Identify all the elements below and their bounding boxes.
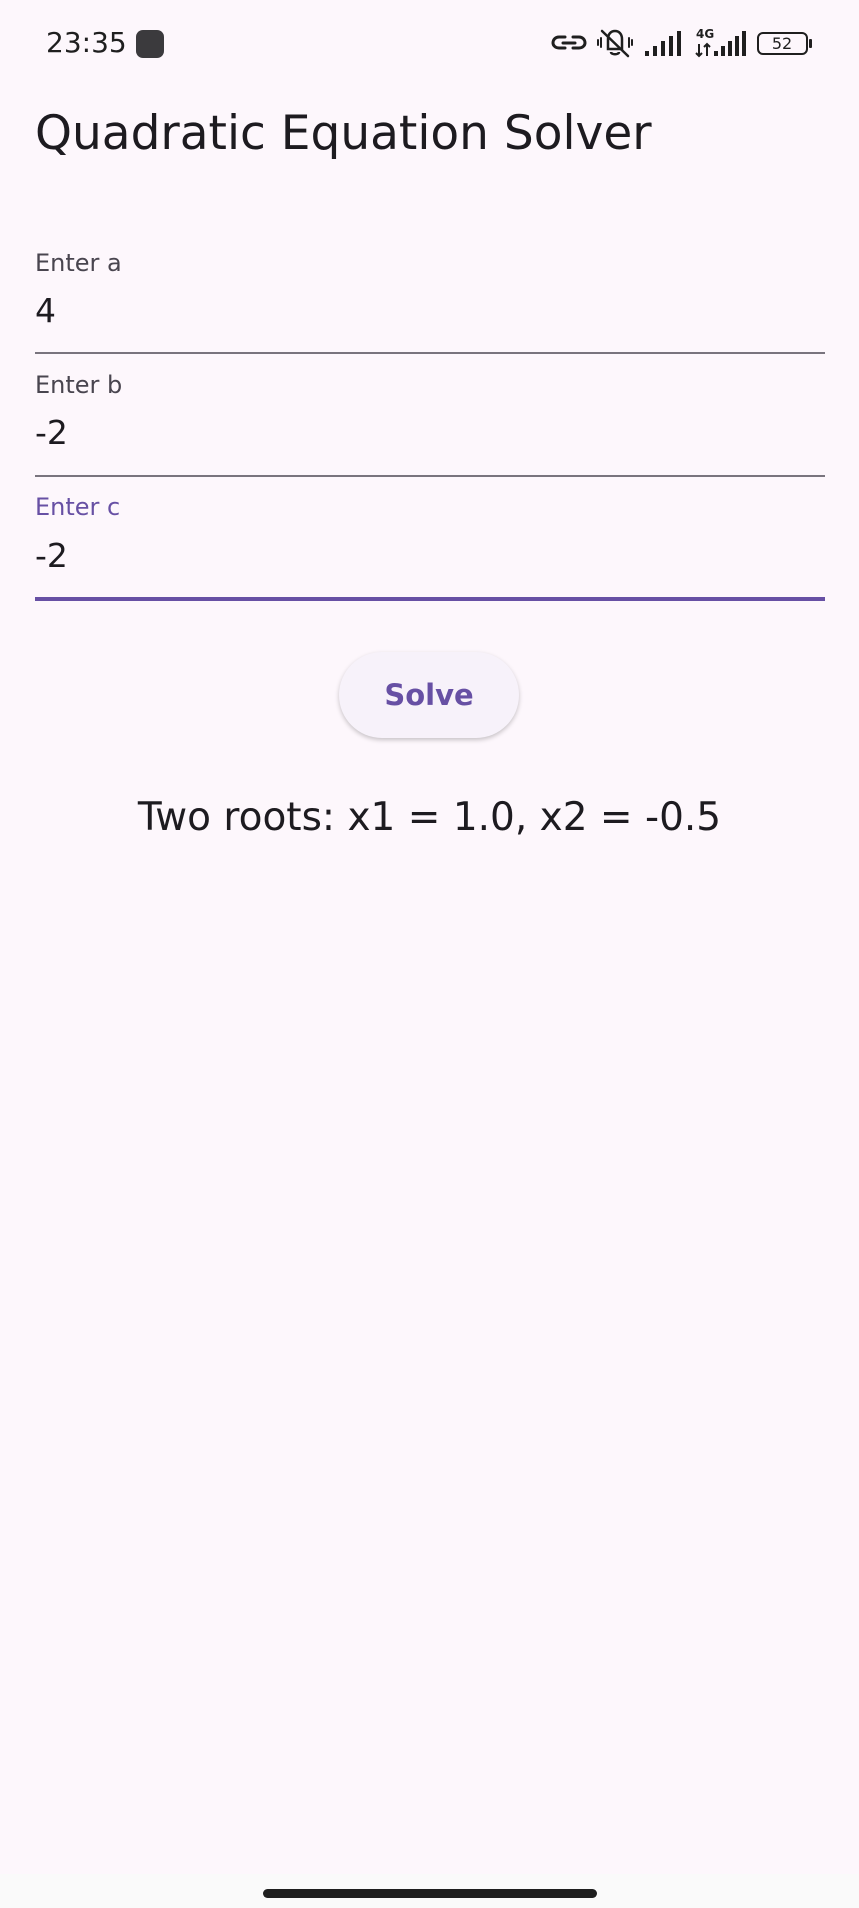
page-title: Quadratic Equation Solver — [35, 106, 652, 161]
field-b-underline — [35, 475, 825, 477]
field-c-underline — [35, 597, 825, 601]
field-a-underline — [35, 352, 825, 354]
field-a-input[interactable]: 4 — [35, 291, 56, 331]
field-b-input[interactable]: -2 — [35, 413, 68, 453]
solve-button[interactable]: Solve — [339, 652, 519, 738]
field-a-label: Enter a — [35, 249, 122, 277]
field-b-label: Enter b — [35, 371, 123, 399]
home-indicator[interactable] — [263, 1889, 597, 1898]
result-text: Two roots: x1 = 1.0, x2 = -0.5 — [137, 795, 722, 840]
field-c-label: Enter c — [35, 493, 121, 521]
field-c-input[interactable]: -2 — [35, 536, 68, 576]
